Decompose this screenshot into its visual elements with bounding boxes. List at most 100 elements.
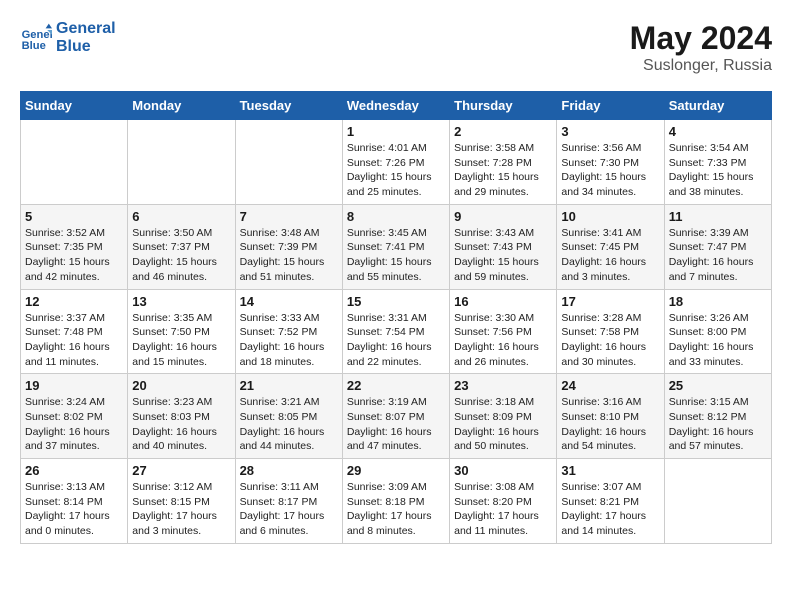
day-info: Sunrise: 3:48 AM Sunset: 7:39 PM Dayligh…	[240, 226, 338, 285]
day-number: 18	[669, 294, 767, 309]
day-info: Sunrise: 3:19 AM Sunset: 8:07 PM Dayligh…	[347, 395, 445, 454]
day-info: Sunrise: 3:33 AM Sunset: 7:52 PM Dayligh…	[240, 311, 338, 370]
calendar-week-5: 26Sunrise: 3:13 AM Sunset: 8:14 PM Dayli…	[21, 459, 772, 544]
calendar-cell: 8Sunrise: 3:45 AM Sunset: 7:41 PM Daylig…	[342, 204, 449, 289]
day-info: Sunrise: 3:56 AM Sunset: 7:30 PM Dayligh…	[561, 141, 659, 200]
calendar-week-3: 12 Sunrise: 3:37 AM Sunset: 7:48 PM Dayli…	[21, 289, 772, 374]
calendar-cell: 4Sunrise: 3:54 AM Sunset: 7:33 PM Daylig…	[664, 120, 771, 205]
day-number: 29	[347, 463, 445, 478]
day-number: 6	[132, 209, 230, 224]
calendar-cell: 29Sunrise: 3:09 AM Sunset: 8:18 PM Dayli…	[342, 459, 449, 544]
day-info: Sunrise: 3:11 AM Sunset: 8:17 PM Dayligh…	[240, 480, 338, 539]
calendar-cell: 31 Sunrise: 3:07 AM Sunset: 8:21 PM Dayli…	[557, 459, 664, 544]
day-info: Sunrise: 3:39 AM Sunset: 7:47 PM Dayligh…	[669, 226, 767, 285]
calendar-cell	[664, 459, 771, 544]
day-number: 15	[347, 294, 445, 309]
day-number: 31	[561, 463, 659, 478]
calendar-cell: 27 Sunrise: 3:12 AM Sunset: 8:15 PM Dayli…	[128, 459, 235, 544]
calendar-week-2: 5Sunrise: 3:52 AM Sunset: 7:35 PM Daylig…	[21, 204, 772, 289]
day-info: Sunrise: 3:12 AM Sunset: 8:15 PM Dayligh…	[132, 480, 230, 539]
calendar-cell: 6 Sunrise: 3:50 AM Sunset: 7:37 PM Daylig…	[128, 204, 235, 289]
day-number: 23	[454, 378, 552, 393]
day-info: Sunrise: 3:43 AM Sunset: 7:43 PM Dayligh…	[454, 226, 552, 285]
day-number: 11	[669, 209, 767, 224]
svg-text:General: General	[22, 29, 52, 41]
day-info: Sunrise: 3:08 AM Sunset: 8:20 PM Dayligh…	[454, 480, 552, 539]
day-info: Sunrise: 3:50 AM Sunset: 7:37 PM Dayligh…	[132, 226, 230, 285]
logo-line2: Blue	[56, 38, 116, 56]
page-header: General Blue General Blue May 2024 Suslo…	[20, 20, 772, 75]
day-number: 9	[454, 209, 552, 224]
day-info: Sunrise: 3:30 AM Sunset: 7:56 PM Dayligh…	[454, 311, 552, 370]
day-number: 10	[561, 209, 659, 224]
calendar-cell: 28 Sunrise: 3:11 AM Sunset: 8:17 PM Dayli…	[235, 459, 342, 544]
calendar-header-row: SundayMondayTuesdayWednesdayThursdayFrid…	[21, 92, 772, 120]
header-day-monday: Monday	[128, 92, 235, 120]
day-info: Sunrise: 3:41 AM Sunset: 7:45 PM Dayligh…	[561, 226, 659, 285]
month-title: May 2024	[630, 20, 772, 57]
day-number: 21	[240, 378, 338, 393]
calendar-cell: 18 Sunrise: 3:26 AM Sunset: 8:00 PM Dayli…	[664, 289, 771, 374]
calendar-week-1: 1Sunrise: 4:01 AM Sunset: 7:26 PM Daylig…	[21, 120, 772, 205]
header-day-wednesday: Wednesday	[342, 92, 449, 120]
header-day-tuesday: Tuesday	[235, 92, 342, 120]
day-info: Sunrise: 3:24 AM Sunset: 8:02 PM Dayligh…	[25, 395, 123, 454]
header-day-sunday: Sunday	[21, 92, 128, 120]
day-number: 20	[132, 378, 230, 393]
calendar-cell: 5Sunrise: 3:52 AM Sunset: 7:35 PM Daylig…	[21, 204, 128, 289]
calendar-cell: 14 Sunrise: 3:33 AM Sunset: 7:52 PM Dayli…	[235, 289, 342, 374]
day-number: 19	[25, 378, 123, 393]
day-info: Sunrise: 3:52 AM Sunset: 7:35 PM Dayligh…	[25, 226, 123, 285]
calendar-cell: 19 Sunrise: 3:24 AM Sunset: 8:02 PM Dayli…	[21, 374, 128, 459]
calendar-cell: 25Sunrise: 3:15 AM Sunset: 8:12 PM Dayli…	[664, 374, 771, 459]
calendar-week-4: 19 Sunrise: 3:24 AM Sunset: 8:02 PM Dayli…	[21, 374, 772, 459]
day-number: 7	[240, 209, 338, 224]
calendar-body: 1Sunrise: 4:01 AM Sunset: 7:26 PM Daylig…	[21, 120, 772, 544]
day-number: 2	[454, 124, 552, 139]
calendar-header: SundayMondayTuesdayWednesdayThursdayFrid…	[21, 92, 772, 120]
day-info: Sunrise: 3:23 AM Sunset: 8:03 PM Dayligh…	[132, 395, 230, 454]
day-number: 27	[132, 463, 230, 478]
day-number: 12	[25, 294, 123, 309]
calendar-cell: 16Sunrise: 3:30 AM Sunset: 7:56 PM Dayli…	[450, 289, 557, 374]
day-info: Sunrise: 3:15 AM Sunset: 8:12 PM Dayligh…	[669, 395, 767, 454]
calendar-cell: 13 Sunrise: 3:35 AM Sunset: 7:50 PM Dayli…	[128, 289, 235, 374]
header-day-friday: Friday	[557, 92, 664, 120]
day-number: 14	[240, 294, 338, 309]
calendar-cell: 21 Sunrise: 3:21 AM Sunset: 8:05 PM Dayli…	[235, 374, 342, 459]
calendar-cell: 11 Sunrise: 3:39 AM Sunset: 7:47 PM Dayli…	[664, 204, 771, 289]
day-info: Sunrise: 3:13 AM Sunset: 8:14 PM Dayligh…	[25, 480, 123, 539]
day-number: 3	[561, 124, 659, 139]
day-info: Sunrise: 3:35 AM Sunset: 7:50 PM Dayligh…	[132, 311, 230, 370]
day-info: Sunrise: 3:28 AM Sunset: 7:58 PM Dayligh…	[561, 311, 659, 370]
day-info: Sunrise: 3:58 AM Sunset: 7:28 PM Dayligh…	[454, 141, 552, 200]
day-info: Sunrise: 3:45 AM Sunset: 7:41 PM Dayligh…	[347, 226, 445, 285]
calendar-cell: 22 Sunrise: 3:19 AM Sunset: 8:07 PM Dayli…	[342, 374, 449, 459]
calendar-cell: 12 Sunrise: 3:37 AM Sunset: 7:48 PM Dayli…	[21, 289, 128, 374]
location-subtitle: Suslonger, Russia	[630, 57, 772, 75]
day-number: 13	[132, 294, 230, 309]
calendar-cell: 2 Sunrise: 3:58 AM Sunset: 7:28 PM Daylig…	[450, 120, 557, 205]
day-info: Sunrise: 4:01 AM Sunset: 7:26 PM Dayligh…	[347, 141, 445, 200]
calendar-cell: 1Sunrise: 4:01 AM Sunset: 7:26 PM Daylig…	[342, 120, 449, 205]
day-info: Sunrise: 3:21 AM Sunset: 8:05 PM Dayligh…	[240, 395, 338, 454]
day-info: Sunrise: 3:18 AM Sunset: 8:09 PM Dayligh…	[454, 395, 552, 454]
title-section: May 2024 Suslonger, Russia	[630, 20, 772, 75]
logo-line1: General	[56, 20, 116, 38]
header-day-saturday: Saturday	[664, 92, 771, 120]
calendar-cell: 17Sunrise: 3:28 AM Sunset: 7:58 PM Dayli…	[557, 289, 664, 374]
day-info: Sunrise: 3:37 AM Sunset: 7:48 PM Dayligh…	[25, 311, 123, 370]
calendar-cell: 24Sunrise: 3:16 AM Sunset: 8:10 PM Dayli…	[557, 374, 664, 459]
calendar-cell: 10 Sunrise: 3:41 AM Sunset: 7:45 PM Dayli…	[557, 204, 664, 289]
day-number: 28	[240, 463, 338, 478]
calendar-cell: 23 Sunrise: 3:18 AM Sunset: 8:09 PM Dayli…	[450, 374, 557, 459]
calendar-cell: 3 Sunrise: 3:56 AM Sunset: 7:30 PM Daylig…	[557, 120, 664, 205]
day-info: Sunrise: 3:07 AM Sunset: 8:21 PM Dayligh…	[561, 480, 659, 539]
day-info: Sunrise: 3:16 AM Sunset: 8:10 PM Dayligh…	[561, 395, 659, 454]
day-info: Sunrise: 3:26 AM Sunset: 8:00 PM Dayligh…	[669, 311, 767, 370]
day-number: 22	[347, 378, 445, 393]
day-number: 4	[669, 124, 767, 139]
calendar-cell: 9 Sunrise: 3:43 AM Sunset: 7:43 PM Daylig…	[450, 204, 557, 289]
calendar-cell: 7 Sunrise: 3:48 AM Sunset: 7:39 PM Daylig…	[235, 204, 342, 289]
calendar-cell	[128, 120, 235, 205]
